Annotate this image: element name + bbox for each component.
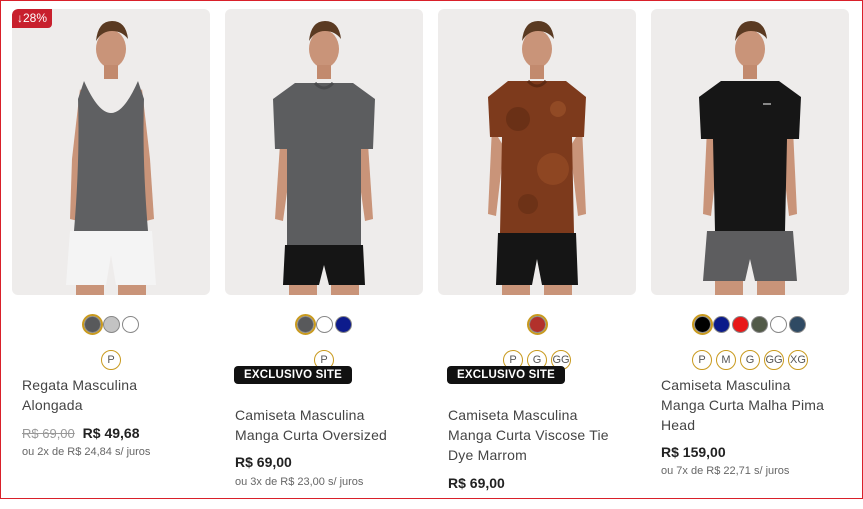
product-image[interactable] bbox=[225, 9, 423, 295]
product-card[interactable]: ↓28% P Regata Masculina Alongada R$ 69,0… bbox=[12, 9, 210, 509]
color-swatches bbox=[438, 314, 636, 335]
size-option[interactable]: GG bbox=[764, 350, 784, 370]
model-photo bbox=[273, 21, 375, 295]
color-swatch-navy[interactable] bbox=[713, 316, 730, 333]
price-row: R$ 69,00 bbox=[235, 454, 292, 470]
product-name[interactable]: Camiseta Masculina Manga Curta Viscose T… bbox=[448, 405, 623, 465]
product-price: R$ 159,00 bbox=[661, 444, 726, 460]
installments: ou 2x de R$ 24,84 s/ juros bbox=[22, 446, 151, 458]
product-name[interactable]: Camiseta Masculina Manga Curta Malha Pim… bbox=[661, 375, 836, 435]
product-price: R$ 69,00 bbox=[448, 475, 505, 491]
color-swatch-brown[interactable] bbox=[526, 314, 548, 335]
color-swatch-white[interactable] bbox=[770, 316, 787, 333]
color-swatch-white[interactable] bbox=[315, 316, 333, 333]
installments: ou 7x de R$ 22,71 s/ juros bbox=[661, 465, 790, 477]
color-swatch-black[interactable] bbox=[692, 314, 713, 335]
installments: ou 3x de R$ 23,00 s/ juros bbox=[235, 476, 364, 488]
size-option[interactable]: P bbox=[101, 350, 121, 370]
model-photo bbox=[66, 21, 156, 295]
size-options: P bbox=[12, 350, 210, 370]
color-swatches bbox=[225, 314, 423, 335]
price-row: R$ 69,00 bbox=[448, 475, 505, 491]
product-card[interactable]: P M G GG XG Camiseta Masculina Manga Cur… bbox=[651, 9, 849, 509]
color-swatch-white[interactable] bbox=[121, 316, 139, 333]
size-option[interactable]: XG bbox=[788, 350, 808, 370]
color-swatch-olive[interactable] bbox=[751, 316, 768, 333]
product-price: R$ 69,00 bbox=[235, 454, 292, 470]
old-price: R$ 69,00 bbox=[22, 426, 75, 441]
product-name[interactable]: Camiseta Masculina Manga Curta Oversized bbox=[235, 405, 410, 445]
color-swatches bbox=[651, 314, 849, 335]
model-photo bbox=[488, 21, 586, 295]
product-card[interactable]: P EXCLUSIVO SITE Camiseta Masculina Mang… bbox=[225, 9, 423, 509]
color-swatch-slate-blue[interactable] bbox=[789, 316, 806, 333]
color-swatch-light-gray[interactable] bbox=[102, 316, 120, 333]
price-row: R$ 69,00 R$ 49,68 bbox=[22, 425, 139, 441]
price-row: R$ 159,00 bbox=[661, 444, 726, 460]
color-swatch-gray[interactable] bbox=[81, 314, 103, 335]
color-swatches bbox=[12, 314, 210, 335]
exclusive-badge: EXCLUSIVO SITE bbox=[447, 366, 566, 384]
product-image[interactable]: ↓28% bbox=[12, 9, 210, 295]
size-options: P M G GG XG bbox=[651, 350, 849, 370]
size-option[interactable]: G bbox=[740, 350, 760, 370]
product-name[interactable]: Regata Masculina Alongada bbox=[22, 375, 197, 415]
product-image[interactable] bbox=[651, 9, 849, 295]
color-swatch-red[interactable] bbox=[732, 316, 749, 333]
color-swatch-gray[interactable] bbox=[294, 314, 316, 335]
model-photo bbox=[699, 21, 801, 295]
product-price: R$ 49,68 bbox=[82, 425, 140, 441]
product-image[interactable] bbox=[438, 9, 636, 295]
product-card[interactable]: P G GG EXCLUSIVO SITE Camiseta Masculina… bbox=[438, 9, 636, 509]
discount-badge: ↓28% bbox=[12, 9, 53, 28]
color-swatch-navy[interactable] bbox=[334, 316, 352, 333]
exclusive-badge: EXCLUSIVO SITE bbox=[234, 366, 353, 384]
size-option[interactable]: P bbox=[692, 350, 712, 370]
size-option[interactable]: M bbox=[716, 350, 736, 370]
